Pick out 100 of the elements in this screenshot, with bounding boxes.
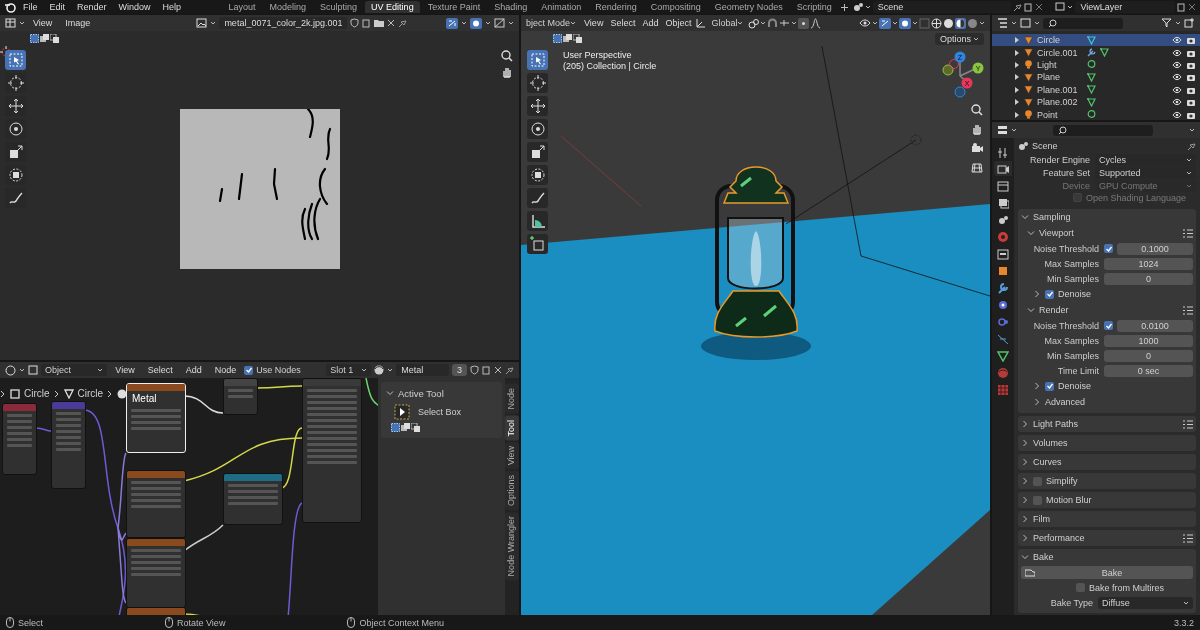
number-field[interactable]: 1000: [1104, 334, 1193, 347]
outliner-row[interactable]: Plane: [992, 71, 1200, 84]
menu-item[interactable]: Add: [639, 18, 662, 28]
chevron-icon[interactable]: [1027, 306, 1035, 314]
select-subtract-icon[interactable]: [573, 34, 582, 43]
select-new-icon[interactable]: [553, 34, 562, 43]
shader-node[interactable]: [223, 378, 258, 415]
close-icon[interactable]: [494, 366, 502, 374]
falloff-icon[interactable]: [810, 17, 822, 29]
overlay-icon[interactable]: [470, 17, 482, 29]
move-icon[interactable]: [6, 97, 25, 115]
eye-icon[interactable]: [1172, 110, 1182, 119]
add-cube-icon[interactable]: [528, 235, 547, 253]
eye-icon[interactable]: [1172, 98, 1182, 107]
eye-icon[interactable]: [1172, 48, 1182, 57]
menu-item[interactable]: View: [581, 18, 607, 28]
dropdown[interactable]: Diffuse: [1098, 596, 1193, 609]
subpanel-title[interactable]: Viewport: [1039, 228, 1074, 238]
copy-icon[interactable]: [482, 365, 491, 375]
add-workspace-icon[interactable]: [839, 2, 849, 12]
scene-field[interactable]: Scene: [872, 1, 1011, 13]
overlay-icon[interactable]: [899, 17, 911, 29]
subpanel-title[interactable]: Denoise: [1058, 289, 1092, 299]
outliner-row[interactable]: Point: [992, 108, 1200, 121]
chevron-icon[interactable]: [1021, 515, 1029, 523]
shield-icon[interactable]: [470, 365, 479, 375]
panel-title[interactable]: Sampling: [1033, 212, 1071, 222]
workspace-tab[interactable]: Scripting: [790, 1, 838, 13]
checkbox[interactable]: [1033, 476, 1042, 486]
pin-icon[interactable]: [505, 365, 514, 375]
menu-item[interactable]: Select: [142, 365, 178, 375]
close-icon[interactable]: [1188, 3, 1196, 11]
visibility-icon[interactable]: [859, 18, 871, 28]
rotate-icon[interactable]: [6, 120, 25, 138]
rotate-icon[interactable]: [528, 120, 547, 138]
material-icon[interactable]: [374, 365, 385, 375]
shader-node[interactable]: [223, 473, 283, 525]
eye-icon[interactable]: [1172, 85, 1182, 94]
outliner-row[interactable]: Plane.001: [992, 83, 1200, 96]
select-extend-icon[interactable]: [563, 34, 572, 43]
image-icon[interactable]: [196, 18, 208, 28]
hand-icon[interactable]: [501, 66, 513, 78]
properties-tab[interactable]: [994, 348, 1012, 363]
cursor-icon[interactable]: [528, 74, 547, 92]
panel-title[interactable]: Bake: [1033, 552, 1054, 562]
number-field[interactable]: 0.0100: [1117, 319, 1193, 332]
workspace-tab[interactable]: Compositing: [644, 1, 707, 13]
search-field[interactable]: [1043, 17, 1123, 29]
chevron-icon[interactable]: [1033, 290, 1041, 298]
menu-item[interactable]: Window: [113, 2, 156, 12]
display-mode-icon[interactable]: [997, 18, 1008, 28]
panel-title[interactable]: Curves: [1033, 457, 1062, 467]
chevron-icon[interactable]: [1021, 477, 1029, 485]
menu-item[interactable]: Render: [72, 2, 112, 12]
panel-title[interactable]: Light Paths: [1033, 419, 1079, 429]
menu-item[interactable]: Node: [209, 365, 242, 375]
pin-icon[interactable]: [1012, 2, 1022, 12]
chevron-icon[interactable]: [1027, 229, 1035, 237]
dropdown[interactable]: Cycles: [1095, 153, 1196, 166]
material-shading-icon[interactable]: [955, 17, 966, 29]
select-subtract-icon[interactable]: [411, 423, 420, 432]
scene-icon[interactable]: [852, 2, 863, 12]
workspace-tab[interactable]: Sculpting: [314, 1, 364, 13]
folder-icon[interactable]: [374, 18, 385, 28]
search-field[interactable]: [1053, 124, 1153, 136]
rendered-shading-icon[interactable]: [967, 17, 978, 29]
image-name-field[interactable]: metal_0071_color_2k.jpg.001: [219, 17, 348, 29]
select-extend-icon[interactable]: [40, 34, 49, 43]
panel-title[interactable]: Motion Blur: [1046, 495, 1092, 505]
checkbox[interactable]: [1045, 381, 1054, 391]
presets-icon[interactable]: [1183, 305, 1193, 315]
panel-title[interactable]: Film: [1033, 514, 1050, 524]
proportional-icon[interactable]: [798, 17, 810, 29]
snap-target-icon[interactable]: [779, 17, 791, 29]
presets-icon[interactable]: [1183, 533, 1193, 543]
transform-icon[interactable]: [6, 166, 25, 184]
workspace-tab[interactable]: Geometry Nodes: [708, 1, 789, 13]
menu-item[interactable]: Image: [60, 18, 96, 28]
menu-item[interactable]: View: [110, 365, 140, 375]
pivot-icon[interactable]: [748, 17, 760, 29]
hand-icon[interactable]: [971, 123, 983, 135]
shader-node[interactable]: [51, 401, 86, 489]
blender-logo-icon[interactable]: [4, 1, 16, 13]
chevron-icon[interactable]: [1021, 496, 1029, 504]
workspace-tab[interactable]: Shading: [488, 1, 534, 13]
shield-icon[interactable]: [350, 18, 360, 28]
panel-title[interactable]: Performance: [1033, 533, 1085, 543]
select-box-icon[interactable]: [394, 404, 410, 420]
chevron-icon[interactable]: [1021, 458, 1029, 466]
chevron-icon[interactable]: [386, 389, 394, 397]
copy-icon[interactable]: [1023, 2, 1033, 12]
checkbox[interactable]: [1033, 495, 1042, 505]
copy-icon[interactable]: [362, 18, 372, 28]
workspace-tab[interactable]: Modeling: [263, 1, 313, 13]
editor-type-icon[interactable]: [5, 18, 16, 28]
display-icon[interactable]: [494, 18, 505, 28]
bake-button[interactable]: Bake: [1021, 566, 1193, 579]
mesh-data-icon[interactable]: [1087, 85, 1096, 95]
transform-icon[interactable]: [528, 166, 547, 184]
chevron-icon[interactable]: [1021, 439, 1029, 447]
